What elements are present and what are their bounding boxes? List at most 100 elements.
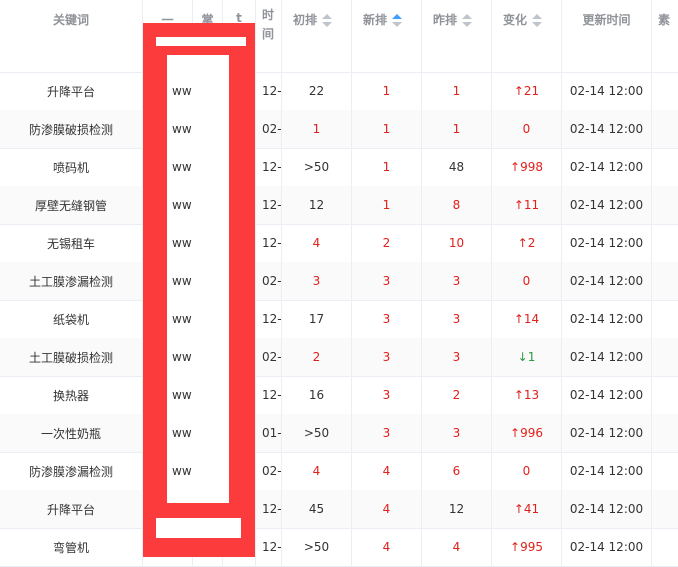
table-row[interactable]: 一次性奶瓶 01- >50 3 3 ↑996 02-14 12:00: [0, 414, 678, 453]
keyword-cell: 厚壁无缝钢管: [0, 186, 143, 224]
keyword-cell: 一次性奶瓶: [0, 414, 143, 452]
change-cell: ↑2: [492, 224, 562, 262]
header-initial-rank[interactable]: 初排: [282, 0, 352, 72]
yesterday-rank-cell: 3: [422, 414, 492, 452]
update-time-cell: 02-14 12:00: [562, 376, 652, 414]
initial-rank-cell: 2: [282, 338, 352, 376]
table-row[interactable]: 土工膜破损检测 02- 2 3 3 ↓1 02-14 12:00: [0, 338, 678, 377]
time-cell: 12-: [256, 376, 282, 414]
yesterday-rank-cell: 2: [422, 376, 492, 414]
table-row[interactable]: 升降平台 12- 45 4 12 ↑41 02-14 12:00: [0, 490, 678, 529]
keyword-cell: 换热器: [0, 376, 143, 414]
update-time-cell: 02-14 12:00: [562, 186, 652, 224]
change-cell: ↑21: [492, 72, 562, 110]
initial-rank-cell: 12: [282, 186, 352, 224]
table-row[interactable]: 防渗膜渗漏检测 02- 4 4 6 0 02-14 12:00: [0, 452, 678, 491]
initial-rank-cell: 4: [282, 224, 352, 262]
table-row[interactable]: 弯管机 12- >50 4 4 ↑995 02-14 12:00: [0, 528, 678, 567]
redaction-gap: [156, 37, 246, 46]
change-cell: ↓1: [492, 338, 562, 376]
blank-cell: [652, 110, 678, 148]
new-rank-cell: 4: [352, 490, 422, 528]
keyword-cell: 升降平台: [0, 72, 143, 110]
change-cell: 0: [492, 452, 562, 490]
sort-caret-icon[interactable]: [322, 13, 333, 28]
domain-text: ww: [172, 274, 192, 288]
domain-text: ww: [172, 122, 192, 136]
keyword-cell: 土工膜破损检测: [0, 338, 143, 376]
change-cell: ↑998: [492, 148, 562, 186]
keyword-cell: 弯管机: [0, 528, 143, 566]
new-rank-cell: 1: [352, 72, 422, 110]
yesterday-rank-cell: 3: [422, 338, 492, 376]
domain-text: ww: [172, 160, 192, 174]
update-time-cell: 02-14 12:00: [562, 414, 652, 452]
new-rank-cell: 3: [352, 262, 422, 300]
new-rank-cell: 1: [352, 148, 422, 186]
update-time-cell: 02-14 12:00: [562, 452, 652, 490]
yesterday-rank-cell: 12: [422, 490, 492, 528]
blank-cell: [652, 528, 678, 566]
table-row[interactable]: 纸袋机 12- 17 3 3 ↑14 02-14 12:00: [0, 300, 678, 339]
yesterday-rank-cell: 8: [422, 186, 492, 224]
table-row[interactable]: 升降平台 12- 22 1 1 ↑21 02-14 12:00: [0, 72, 678, 111]
table-row[interactable]: 换热器 12- 16 3 2 ↑13 02-14 12:00: [0, 376, 678, 415]
time-cell: 02-: [256, 110, 282, 148]
blank-cell: [652, 414, 678, 452]
table-row[interactable]: 土工膜渗漏检测 02- 3 3 3 0 02-14 12:00: [0, 262, 678, 301]
new-rank-cell: 1: [352, 110, 422, 148]
table-row[interactable]: 喷码机 12- >50 1 48 ↑998 02-14 12:00: [0, 148, 678, 187]
blank-cell: [652, 186, 678, 224]
change-cell: 0: [492, 262, 562, 300]
table-row[interactable]: 无锡租车 12- 4 2 10 ↑2 02-14 12:00: [0, 224, 678, 263]
yesterday-rank-cell: 3: [422, 262, 492, 300]
update-time-cell: 02-14 12:00: [562, 490, 652, 528]
initial-rank-cell: 17: [282, 300, 352, 338]
new-rank-cell: 3: [352, 414, 422, 452]
yesterday-rank-cell: 1: [422, 72, 492, 110]
initial-rank-cell: 4: [282, 452, 352, 490]
initial-rank-cell: 1: [282, 110, 352, 148]
redaction-gap: [156, 518, 241, 538]
update-time-cell: 02-14 12:00: [562, 300, 652, 338]
table-row[interactable]: 防渗膜破损检测 02- 1 1 1 0 02-14 12:00: [0, 110, 678, 149]
new-rank-cell: 1: [352, 186, 422, 224]
blank-cell: [652, 376, 678, 414]
domain-text: ww: [172, 350, 192, 364]
blank-cell: [652, 72, 678, 110]
update-time-cell: 02-14 12:00: [562, 338, 652, 376]
keyword-cell: 防渗膜破损检测: [0, 110, 143, 148]
header-last: 素: [658, 13, 671, 27]
yesterday-rank-cell: 6: [422, 452, 492, 490]
time-cell: 12-: [256, 148, 282, 186]
domain-text: ww: [172, 388, 192, 402]
initial-rank-cell: 16: [282, 376, 352, 414]
change-cell: ↑41: [492, 490, 562, 528]
header-time: 时 间: [256, 0, 282, 72]
yesterday-rank-cell: 4: [422, 528, 492, 566]
initial-rank-cell: >50: [282, 414, 352, 452]
keyword-cell: 纸袋机: [0, 300, 143, 338]
sort-caret-icon[interactable]: [532, 13, 543, 28]
domain-text: ww: [172, 198, 192, 212]
change-cell: ↑13: [492, 376, 562, 414]
new-rank-cell: 4: [352, 528, 422, 566]
yesterday-rank-cell: 1: [422, 110, 492, 148]
keyword-cell: 喷码机: [0, 148, 143, 186]
header-update-time: 更新时间: [562, 0, 652, 72]
header-yesterday-rank[interactable]: 昨排: [422, 0, 492, 72]
keyword-cell: 无锡租车: [0, 224, 143, 262]
blank-cell: [652, 262, 678, 300]
header-change[interactable]: 变化: [492, 0, 562, 72]
time-cell: 02-: [256, 452, 282, 490]
time-cell: 12-: [256, 224, 282, 262]
time-cell: 12-: [256, 300, 282, 338]
table-row[interactable]: 厚壁无缝钢管 12- 12 1 8 ↑11 02-14 12:00: [0, 186, 678, 225]
header-new-rank[interactable]: 新排: [352, 0, 422, 72]
new-rank-cell: 3: [352, 376, 422, 414]
header-time-char-1: 时: [262, 8, 275, 22]
sort-caret-ascending-icon[interactable]: [392, 13, 403, 28]
sort-caret-icon[interactable]: [462, 13, 473, 28]
update-time-cell: 02-14 12:00: [562, 224, 652, 262]
update-time-cell: 02-14 12:00: [562, 262, 652, 300]
